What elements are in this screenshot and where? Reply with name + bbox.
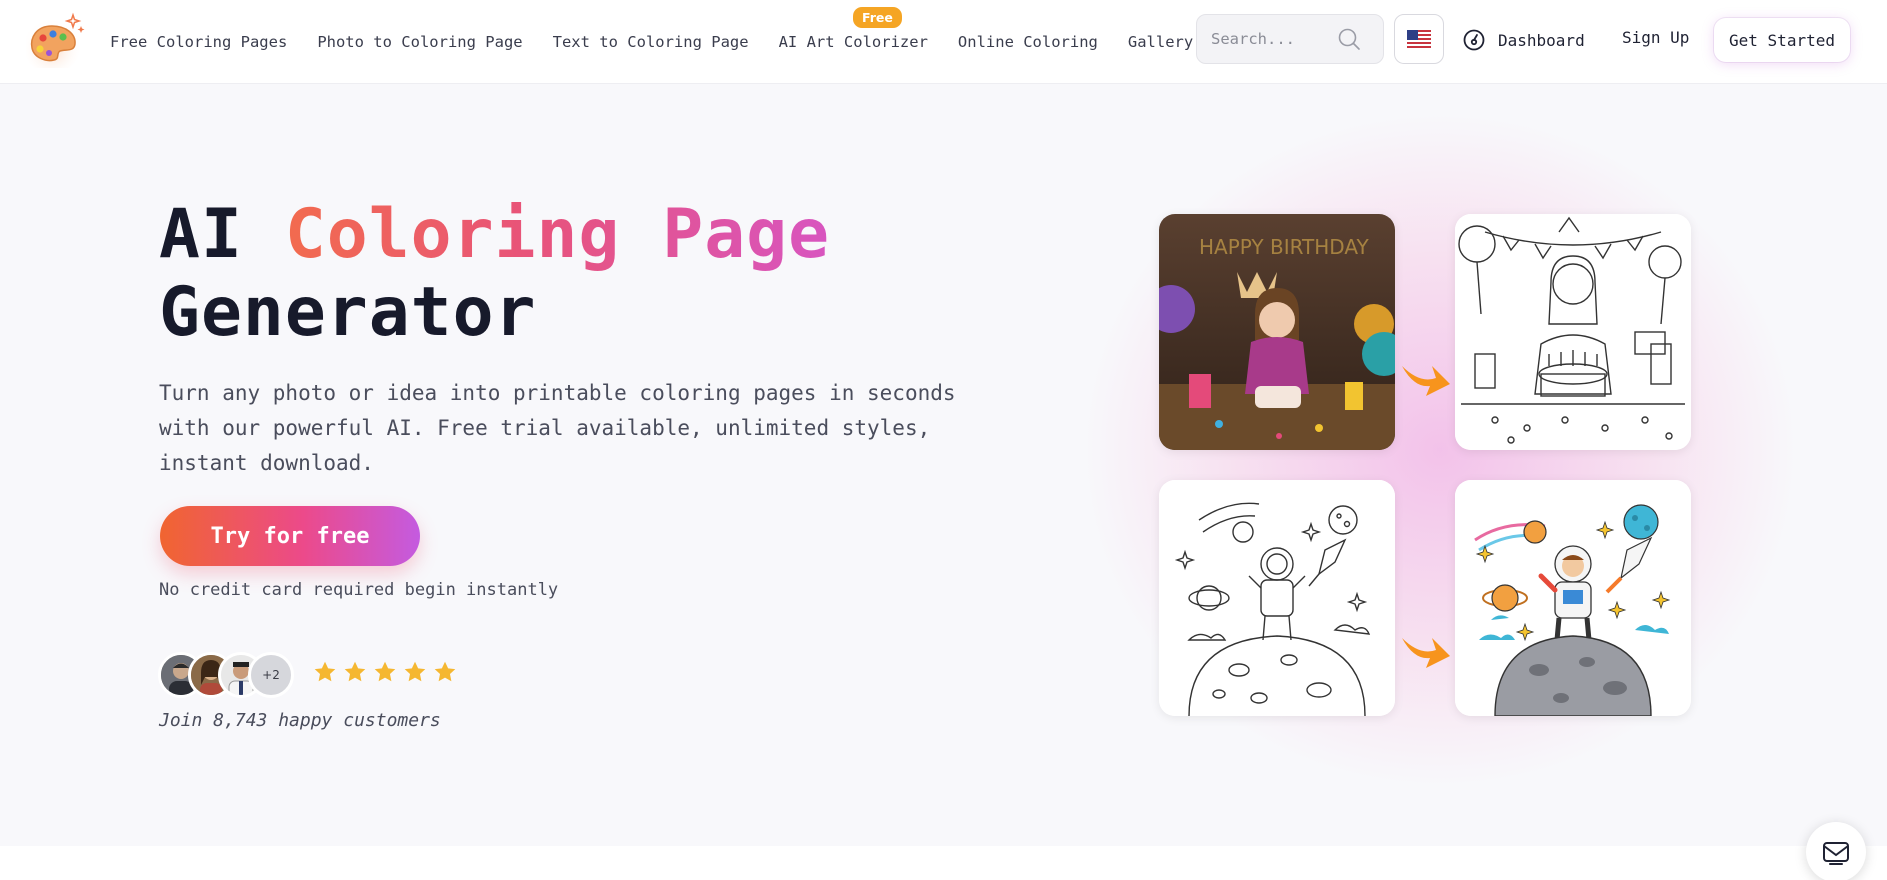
search-icon[interactable] [1337,27,1361,51]
mail-icon [1823,842,1849,865]
customers-count-text: Join 8,743 happy customers [159,710,441,731]
star-icon [374,661,396,682]
language-selector[interactable] [1394,14,1444,64]
next-section-band [0,846,1887,880]
nav-text-to-coloring-page[interactable]: Text to Coloring Page [553,33,749,51]
arrow-right-icon [1402,638,1450,668]
search-box[interactable] [1196,14,1384,64]
no-credit-card-note: No credit card required begin instantly [159,580,559,600]
hero-title-prefix: AI [159,195,243,274]
nav-free-coloring-pages[interactable]: Free Coloring Pages [110,33,287,51]
hero-title: AI Coloring Page Generator [159,196,830,352]
try-for-free-button[interactable]: Try for free [160,506,420,566]
us-flag-icon [1407,30,1431,48]
arrow-right-icon [1402,366,1450,396]
top-navbar: Free Coloring Pages Photo to Coloring Pa… [0,0,1887,84]
nav-gallery[interactable]: Gallery [1128,33,1193,51]
avatar-more-count: +2 [248,652,294,698]
contact-mail-button[interactable] [1806,822,1866,880]
dashboard-gauge-icon [1463,29,1485,51]
free-badge: Free [853,7,902,28]
birthday-photo-image: HAPPY BIRTHDAY [1159,214,1395,450]
palette-logo-icon[interactable] [26,12,88,68]
nav-online-coloring[interactable]: Online Coloring [958,33,1098,51]
dashboard-link[interactable]: Dashboard [1462,22,1585,58]
star-icon [344,661,366,682]
star-icon [434,661,456,682]
customer-avatars: +2 [158,652,298,698]
rating-stars [312,659,458,685]
search-input[interactable] [1211,30,1337,48]
birthday-coloring-page-image [1455,214,1691,450]
nav-ai-art-colorizer[interactable]: AI Art Colorizer [779,33,928,51]
get-started-button[interactable]: Get Started [1714,18,1850,62]
astronaut-colored-image [1455,480,1691,716]
dashboard-label: Dashboard [1498,30,1585,50]
hero-title-suffix: Generator [159,273,537,352]
hero-subtitle: Turn any photo or idea into printable co… [159,381,956,475]
astronaut-coloring-page-image [1159,480,1395,716]
star-icon [314,661,336,682]
sign-up-link[interactable]: Sign Up [1622,28,1689,47]
hero-title-highlight: Coloring Page [284,195,831,274]
main-nav: Free Coloring Pages Photo to Coloring Pa… [110,0,1223,84]
svg-text:HAPPY BIRTHDAY: HAPPY BIRTHDAY [1199,235,1369,259]
star-icon [404,661,426,682]
nav-photo-to-coloring-page[interactable]: Photo to Coloring Page [317,33,522,51]
